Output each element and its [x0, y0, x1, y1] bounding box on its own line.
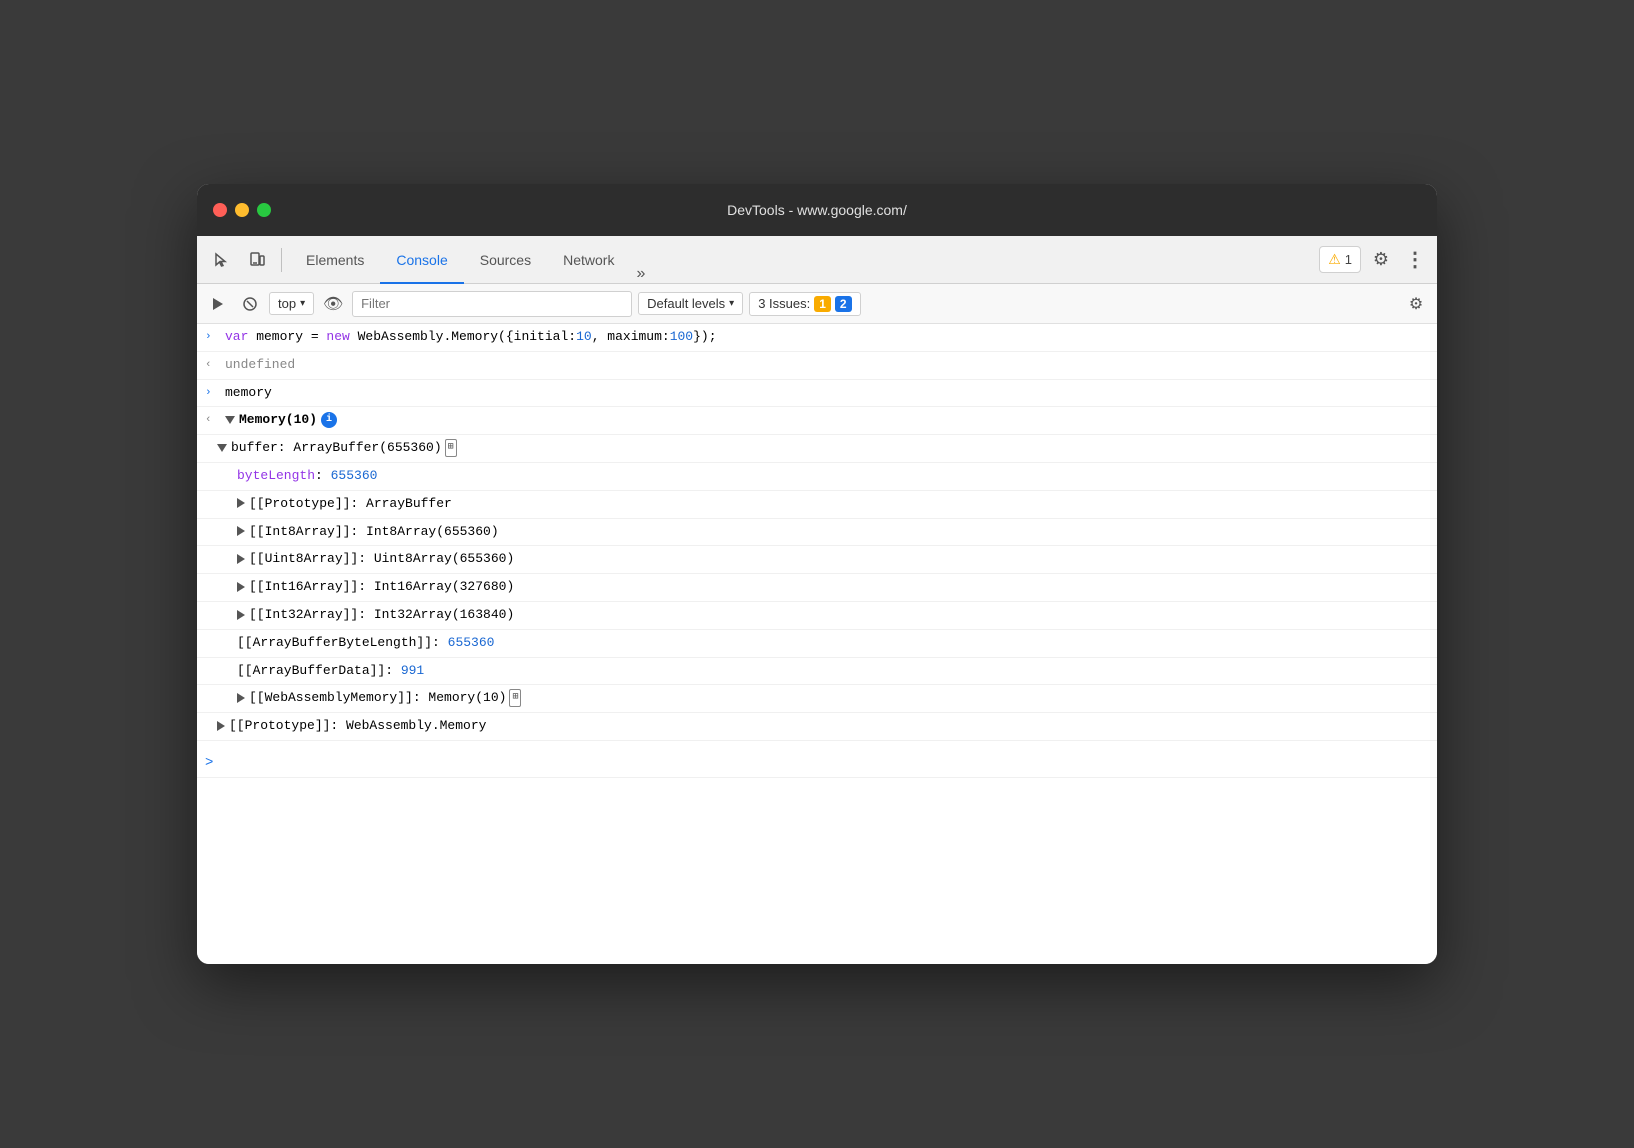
more-tabs-button[interactable]: »	[630, 265, 651, 283]
console-line-10: [[Int16Array]]: Int16Array(327680)	[197, 574, 1437, 602]
console-wasm-mem[interactable]: [[WebAssemblyMemory]]: Memory(10)⊞	[237, 688, 1429, 709]
tab-list: Elements Console Sources Network »	[290, 236, 1315, 283]
console-output-2: undefined	[225, 355, 1429, 376]
levels-label: Default levels	[647, 296, 725, 311]
level-selector[interactable]: Default levels ▾	[638, 292, 743, 315]
warn-badge: 1	[814, 296, 831, 312]
buffer-icon-2: ⊞	[509, 689, 521, 707]
main-toolbar: Elements Console Sources Network » ⚠ 1 ⚙…	[197, 236, 1437, 284]
traffic-lights	[213, 203, 271, 217]
console-line-14: [[WebAssemblyMemory]]: Memory(10)⊞	[197, 685, 1437, 713]
console-input-line[interactable]: >	[197, 749, 1437, 778]
console-line-11: [[Int32Array]]: Int32Array(163840)	[197, 602, 1437, 630]
tab-network[interactable]: Network	[547, 237, 630, 284]
filter-input[interactable]	[352, 291, 632, 317]
issues-badge[interactable]: ⚠ 1	[1319, 246, 1361, 273]
cursor-icon[interactable]	[205, 244, 237, 276]
console-line-7: [[Prototype]]: ArrayBuffer	[197, 491, 1437, 519]
input-arrow-1: ›	[205, 327, 219, 347]
context-arrow: ▾	[300, 298, 305, 309]
console-line-12: [[ArrayBufferByteLength]]: 655360	[197, 630, 1437, 658]
window-title: DevTools - www.google.com/	[727, 202, 907, 218]
console-line-13: [[ArrayBufferData]]: 991	[197, 658, 1437, 686]
output-arrow-4: ‹	[205, 410, 219, 430]
eye-button[interactable]: 👁	[320, 291, 346, 317]
toolbar-divider-1	[281, 248, 282, 272]
console-line-4: ‹ Memory(10)i	[197, 407, 1437, 435]
console-proto-wasm[interactable]: [[Prototype]]: WebAssembly.Memory	[217, 716, 1429, 737]
output-arrow-2: ‹	[205, 355, 219, 375]
close-button[interactable]	[213, 203, 227, 217]
console-line-15: [[Prototype]]: WebAssembly.Memory	[197, 713, 1437, 741]
info-badge: 2	[835, 296, 852, 312]
console-prompt: >	[205, 752, 219, 774]
console-proto-ab[interactable]: [[Prototype]]: ArrayBuffer	[237, 494, 1429, 515]
devtools-window: DevTools - www.google.com/ Elements Cons…	[197, 184, 1437, 964]
tab-sources[interactable]: Sources	[464, 237, 547, 284]
info-icon: i	[321, 412, 337, 428]
warn-icon: ⚠	[1328, 251, 1341, 268]
console-int8[interactable]: [[Int8Array]]: Int8Array(655360)	[237, 522, 1429, 543]
console-code-3: memory	[225, 383, 1429, 404]
console-bytelength: byteLength: 655360	[237, 466, 1429, 487]
titlebar: DevTools - www.google.com/	[197, 184, 1437, 236]
buffer-icon-1: ⊞	[445, 439, 457, 457]
context-label: top	[278, 296, 296, 311]
tab-console[interactable]: Console	[380, 237, 463, 284]
console-abdata: [[ArrayBufferData]]: 991	[237, 661, 1429, 682]
console-int16[interactable]: [[Int16Array]]: Int16Array(327680)	[237, 577, 1429, 598]
console-line-8: [[Int8Array]]: Int8Array(655360)	[197, 519, 1437, 547]
console-uint8[interactable]: [[Uint8Array]]: Uint8Array(655360)	[237, 549, 1429, 570]
console-line-3: › memory	[197, 380, 1437, 408]
tab-elements[interactable]: Elements	[290, 237, 380, 284]
console-memory-root[interactable]: Memory(10)i	[225, 410, 1429, 431]
settings-button[interactable]: ⚙	[1367, 246, 1395, 274]
toolbar-right: ⚠ 1 ⚙ ⋮	[1319, 246, 1429, 274]
console-buffer-row[interactable]: buffer: ArrayBuffer(655360)⊞	[217, 438, 1429, 459]
input-arrow-3: ›	[205, 383, 219, 403]
issues-count-badge[interactable]: 3 Issues: 1 2	[749, 292, 860, 316]
clear-console-button[interactable]	[237, 291, 263, 317]
console-code-1: var memory = new WebAssembly.Memory({ini…	[225, 327, 1429, 348]
console-line-2: ‹ undefined	[197, 352, 1437, 380]
context-selector[interactable]: top ▾	[269, 292, 314, 315]
maximize-button[interactable]	[257, 203, 271, 217]
run-script-button[interactable]	[205, 291, 231, 317]
console-settings-button[interactable]: ⚙	[1403, 291, 1429, 317]
console-line-1: › var memory = new WebAssembly.Memory({i…	[197, 324, 1437, 352]
console-line-9: [[Uint8Array]]: Uint8Array(655360)	[197, 546, 1437, 574]
device-icon[interactable]	[241, 244, 273, 276]
more-options-button[interactable]: ⋮	[1401, 246, 1429, 274]
console-abbyte: [[ArrayBufferByteLength]]: 655360	[237, 633, 1429, 654]
console-content: › var memory = new WebAssembly.Memory({i…	[197, 324, 1437, 964]
issues-count-label: 3 Issues:	[758, 296, 810, 311]
console-line-6: byteLength: 655360	[197, 463, 1437, 491]
minimize-button[interactable]	[235, 203, 249, 217]
issues-warn-count: 1	[1345, 252, 1352, 267]
console-toolbar: top ▾ 👁 Default levels ▾ 3 Issues: 1 2 ⚙	[197, 284, 1437, 324]
console-line-5: buffer: ArrayBuffer(655360)⊞	[197, 435, 1437, 463]
console-int32[interactable]: [[Int32Array]]: Int32Array(163840)	[237, 605, 1429, 626]
levels-arrow: ▾	[729, 298, 734, 309]
